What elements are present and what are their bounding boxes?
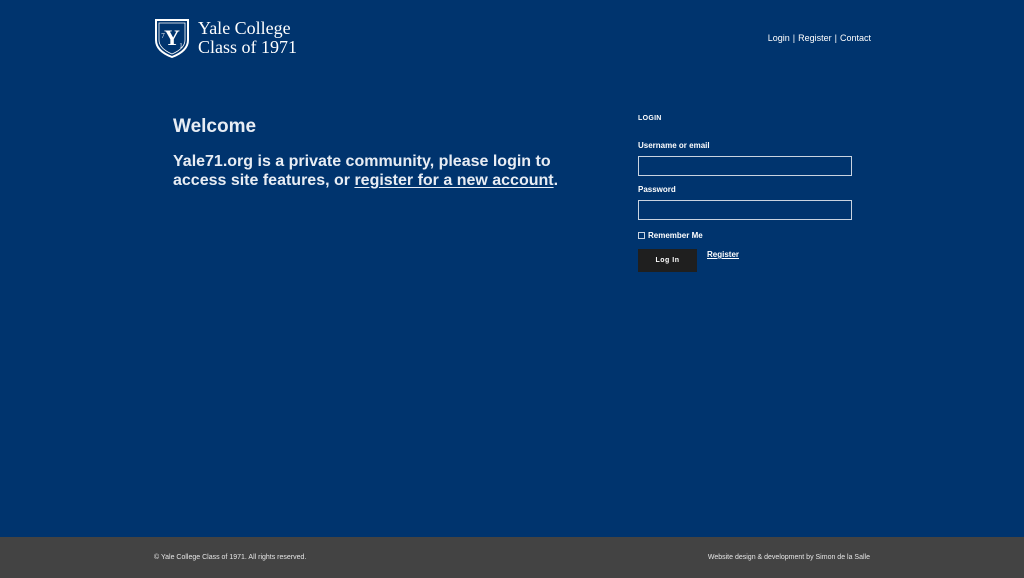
log-in-button[interactable]: Log In <box>638 249 697 272</box>
login-form: LOGIN Username or email Password Remembe… <box>638 115 852 272</box>
welcome-section: Welcome Yale71.org is a private communit… <box>173 116 593 190</box>
footer-credit-text: Website design & development by <box>707 554 816 561</box>
page: Y 7 1 Yale College Class of 1971 Login |… <box>0 0 1024 578</box>
welcome-title: Welcome <box>173 116 257 137</box>
shield-icon: Y 7 1 <box>155 19 189 58</box>
logo-line-2: Class of 1971 <box>198 37 297 57</box>
remember-me-row: Remember Me <box>638 231 852 240</box>
logo-monogram: Y <box>164 25 180 50</box>
nav-separator: | <box>792 33 796 43</box>
username-label: Username or email <box>638 141 710 150</box>
logo-year-right: 1 <box>179 42 183 50</box>
password-label: Password <box>638 185 676 194</box>
username-input[interactable] <box>638 156 852 176</box>
login-heading: LOGIN <box>638 115 662 122</box>
footer: © Yale College Class of 1971. All rights… <box>0 537 1024 578</box>
nav-login-link[interactable]: Login <box>768 33 790 43</box>
remember-me-checkbox[interactable] <box>638 232 645 239</box>
form-actions: Log In Register <box>638 249 852 272</box>
register-link[interactable]: Register <box>707 250 739 259</box>
welcome-text-end: . <box>553 172 559 189</box>
footer-copyright: © Yale College Class of 1971. All rights… <box>154 554 307 561</box>
password-input[interactable] <box>638 200 852 220</box>
logo-line-1: Yale College <box>198 18 291 38</box>
nav-contact-link[interactable]: Contact <box>840 33 871 43</box>
top-nav: Login | Register | Contact <box>768 33 871 43</box>
register-account-link[interactable]: register for a new account <box>354 172 553 189</box>
welcome-message: Yale71.org is a private community, pleas… <box>173 152 593 190</box>
remember-me-label: Remember Me <box>648 231 703 240</box>
nav-register-link[interactable]: Register <box>798 33 832 43</box>
site-logo[interactable]: Y 7 1 Yale College Class of 1971 <box>154 18 297 58</box>
footer-credit-link[interactable]: Simon de la Salle <box>816 554 870 561</box>
nav-separator: | <box>834 33 837 43</box>
footer-credit: Website design & development by Simon de… <box>708 554 870 561</box>
logo-text: Yale College Class of 1971 <box>198 19 297 57</box>
logo-year-left: 7 <box>161 32 165 40</box>
